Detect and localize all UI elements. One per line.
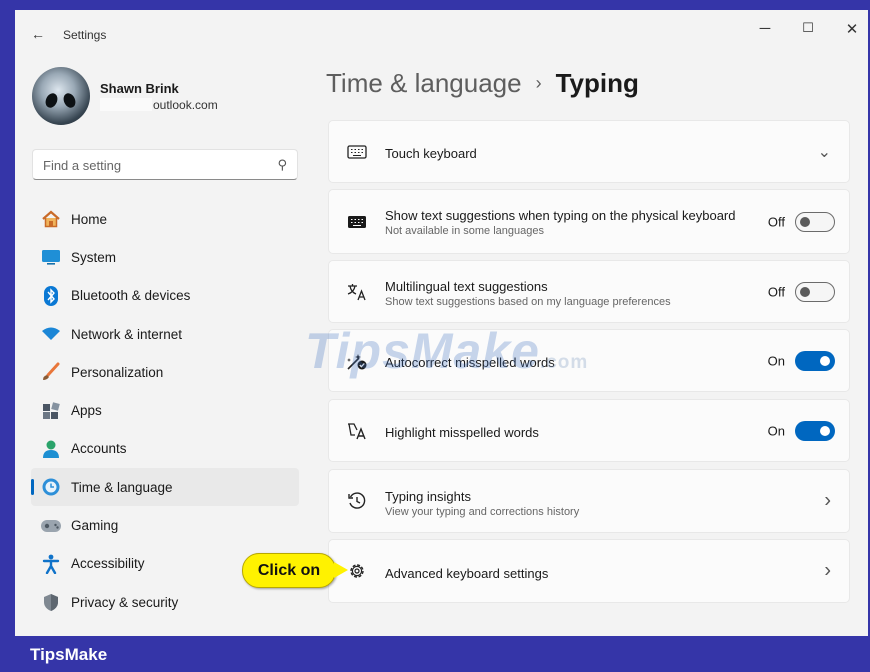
brush-icon bbox=[31, 362, 71, 382]
gear-icon bbox=[345, 561, 369, 581]
avatar-eye-left bbox=[43, 91, 60, 110]
sidebar-item-home[interactable]: Home bbox=[31, 200, 299, 238]
setting-card-touch-keyboard[interactable]: Touch keyboard ⌄ bbox=[328, 120, 850, 183]
sidebar-item-system[interactable]: System bbox=[31, 238, 299, 276]
accessibility-icon bbox=[31, 554, 71, 574]
history-icon bbox=[345, 491, 369, 511]
sidebar-item-privacy[interactable]: Privacy & security bbox=[31, 583, 299, 621]
maximize-button[interactable]: ☐ bbox=[793, 20, 823, 36]
window-title: Settings bbox=[63, 28, 107, 42]
sidebar-item-label: System bbox=[71, 249, 117, 265]
sidebar-item-personalization[interactable]: Personalization bbox=[31, 353, 299, 391]
sidebar-item-label: Time & language bbox=[71, 479, 173, 495]
sidebar-item-accounts[interactable]: Accounts bbox=[31, 430, 299, 468]
sidebar-item-label: Gaming bbox=[71, 518, 119, 534]
toggle-state-label: Off bbox=[767, 214, 785, 229]
sidebar-item-time-language[interactable]: Time & language bbox=[31, 468, 299, 507]
toggle-state-label: On bbox=[767, 353, 785, 368]
setting-title: Multilingual text suggestions bbox=[385, 279, 548, 294]
setting-title: Advanced keyboard settings bbox=[385, 566, 549, 581]
callout-pointer bbox=[334, 562, 348, 578]
keyboard-icon bbox=[345, 215, 369, 229]
highlight-toggle[interactable] bbox=[795, 420, 835, 441]
network-icon bbox=[31, 327, 71, 341]
setting-title: Touch keyboard bbox=[385, 146, 477, 161]
highlight-spelling-icon bbox=[345, 421, 369, 441]
minimize-button[interactable]: ─ bbox=[750, 20, 780, 37]
chevron-right-icon[interactable]: › bbox=[824, 490, 831, 513]
watermark-suffix: .com bbox=[539, 352, 589, 373]
search-box[interactable]: ⚲ bbox=[32, 149, 298, 180]
setting-subtitle: Not available in some languages bbox=[385, 225, 544, 237]
multilingual-icon bbox=[345, 282, 369, 302]
time-language-icon bbox=[31, 477, 71, 497]
setting-subtitle: View your typing and corrections history bbox=[385, 506, 580, 518]
sidebar-item-label: Home bbox=[71, 211, 108, 227]
chevron-right-icon[interactable]: › bbox=[824, 560, 831, 583]
sidebar-item-gaming[interactable]: Gaming bbox=[31, 506, 299, 544]
autocorrect-toggle[interactable] bbox=[795, 350, 835, 371]
click-callout: Click on bbox=[242, 553, 336, 588]
setting-card-typing-insights[interactable]: Typing insights View your typing and cor… bbox=[328, 469, 850, 533]
sidebar-item-apps[interactable]: Apps bbox=[31, 391, 299, 429]
breadcrumb-separator: › bbox=[535, 73, 542, 93]
user-name: Shawn Brink bbox=[100, 81, 179, 96]
title-bar: ← Settings ─ ☐ ✕ bbox=[15, 10, 868, 60]
home-icon bbox=[31, 210, 71, 228]
multilingual-toggle[interactable] bbox=[795, 281, 835, 302]
setting-card-advanced-keyboard[interactable]: Advanced keyboard settings › bbox=[328, 539, 850, 603]
user-email: outlook.com bbox=[153, 98, 218, 112]
sidebar-item-label: Accounts bbox=[71, 441, 127, 457]
text-suggestions-toggle[interactable] bbox=[795, 211, 835, 232]
gaming-icon bbox=[31, 519, 71, 533]
setting-card-multilingual: Multilingual text suggestions Show text … bbox=[328, 260, 850, 323]
settings-window: ← Settings ─ ☐ ✕ Shawn Brink outlook.com… bbox=[15, 10, 868, 636]
page-title: Typing bbox=[555, 68, 639, 98]
footer-brand: TipsMake bbox=[30, 645, 108, 664]
sidebar-item-label: Bluetooth & devices bbox=[71, 288, 191, 304]
breadcrumb: Time & language › Typing bbox=[326, 68, 639, 99]
touch-keyboard-icon bbox=[345, 144, 369, 159]
avatar-eye-right bbox=[61, 91, 78, 110]
sidebar-item-bluetooth[interactable]: Bluetooth & devices bbox=[31, 277, 299, 315]
bluetooth-icon bbox=[31, 285, 71, 306]
search-icon[interactable]: ⚲ bbox=[277, 157, 287, 173]
setting-card-highlight: Highlight misspelled words On bbox=[328, 399, 850, 462]
watermark-text: TipsMake bbox=[305, 323, 540, 379]
sidebar-item-label: Personalization bbox=[71, 364, 164, 380]
avatar[interactable] bbox=[32, 67, 90, 125]
close-button[interactable]: ✕ bbox=[837, 20, 867, 38]
email-redaction bbox=[100, 98, 152, 111]
accounts-icon bbox=[31, 439, 71, 459]
setting-title: Show text suggestions when typing on the… bbox=[385, 208, 736, 223]
sidebar-item-label: Apps bbox=[71, 403, 102, 419]
toggle-state-label: Off bbox=[767, 284, 785, 299]
sidebar-item-label: Privacy & security bbox=[71, 594, 179, 610]
toggle-state-label: On bbox=[767, 423, 785, 438]
setting-card-text-suggestions: Show text suggestions when typing on the… bbox=[328, 189, 850, 254]
setting-title: Typing insights bbox=[385, 489, 471, 504]
shield-icon bbox=[31, 593, 71, 612]
footer-bar: TipsMake bbox=[0, 636, 870, 672]
back-arrow-icon[interactable]: ← bbox=[31, 26, 45, 42]
breadcrumb-parent[interactable]: Time & language bbox=[326, 68, 522, 98]
sidebar-item-label: Network & internet bbox=[71, 326, 183, 342]
setting-title: Highlight misspelled words bbox=[385, 425, 539, 440]
sidebar-item-label: Accessibility bbox=[71, 556, 145, 572]
search-input[interactable] bbox=[43, 155, 263, 175]
chevron-down-icon[interactable]: ⌄ bbox=[818, 142, 831, 162]
setting-subtitle: Show text suggestions based on my langua… bbox=[385, 296, 671, 308]
apps-icon bbox=[31, 401, 71, 420]
system-icon bbox=[31, 249, 71, 266]
watermark: TipsMake.com bbox=[305, 322, 588, 380]
sidebar-item-network[interactable]: Network & internet bbox=[31, 315, 299, 353]
